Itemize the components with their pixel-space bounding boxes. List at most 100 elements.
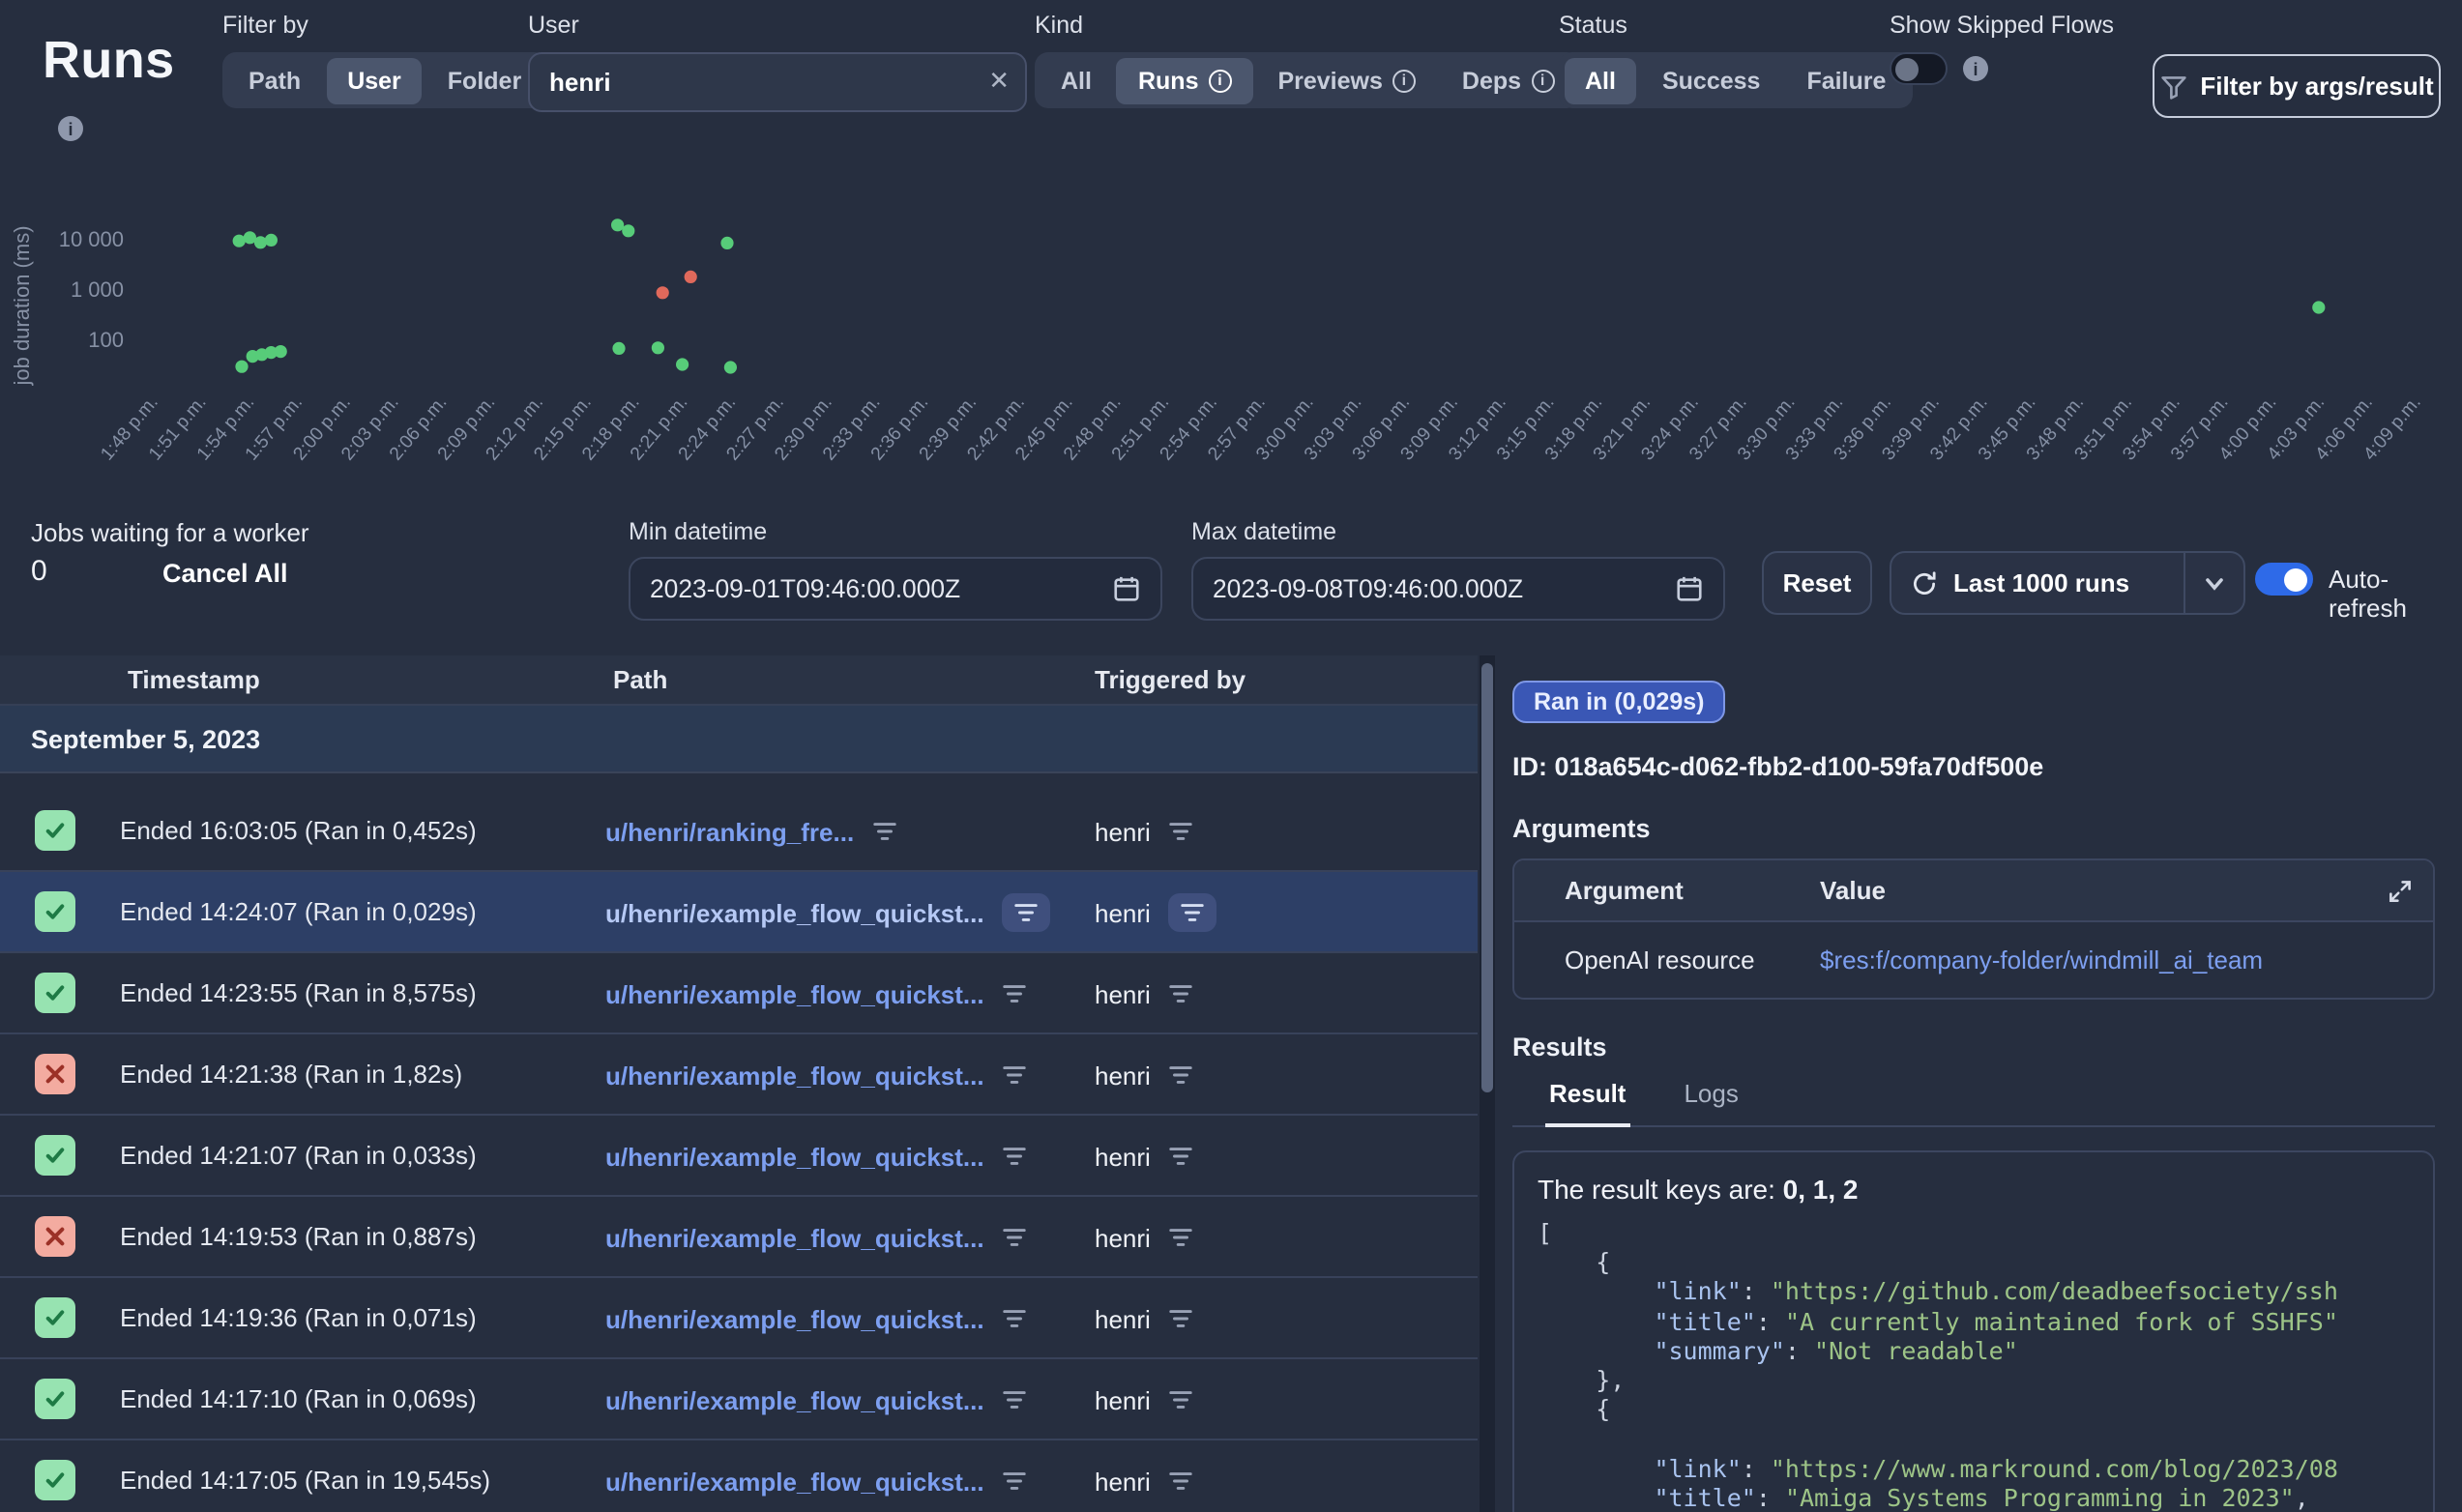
run-path-link[interactable]: u/henri/example_flow_quickst... xyxy=(605,979,984,1008)
filter-by-user-icon[interactable] xyxy=(1168,1226,1193,1249)
run-path-link[interactable]: u/henri/example_flow_quickst... xyxy=(605,1142,984,1171)
run-dot-success[interactable] xyxy=(254,236,267,248)
max-datetime-input[interactable]: 2023-09-08T09:46:00.000Z xyxy=(1191,557,1725,621)
kind-option-all[interactable]: All xyxy=(1040,57,1113,103)
filter-by-user-icon[interactable] xyxy=(1168,893,1216,932)
user-filter-input[interactable] xyxy=(528,52,1027,112)
show-skipped-toggle[interactable] xyxy=(1890,52,1948,85)
run-path-link[interactable]: u/henri/ranking_fre... xyxy=(605,817,854,846)
filter-by-user-icon[interactable] xyxy=(1168,1145,1193,1168)
table-row[interactable]: Ended 14:21:38 (Ran in 1,82s) u/henri/exa… xyxy=(0,1034,1478,1116)
filter-by-option-folder[interactable]: Folder xyxy=(426,57,542,103)
status-option-all[interactable]: All xyxy=(1564,57,1637,103)
column-header-path: Path xyxy=(613,665,667,694)
kind-option-runs[interactable]: Runsi xyxy=(1117,57,1253,103)
kind-option-deps[interactable]: Depsi xyxy=(1441,57,1575,103)
info-icon[interactable]: i xyxy=(1208,69,1231,92)
filter-by-path-icon[interactable] xyxy=(1002,1388,1027,1411)
result-box: The result keys are: 0, 1, 2 [ { "link":… xyxy=(1512,1150,2435,1512)
filter-by-user-icon[interactable] xyxy=(1168,1063,1193,1087)
table-scrollbar-thumb[interactable] xyxy=(1481,663,1493,1092)
filter-by-user-icon[interactable] xyxy=(1168,1307,1193,1330)
tab-result[interactable]: Result xyxy=(1545,1077,1629,1127)
run-dot-success[interactable] xyxy=(724,361,737,373)
filter-by-path-icon[interactable] xyxy=(1002,1063,1027,1087)
run-dot-success[interactable] xyxy=(622,224,634,237)
table-row[interactable]: Ended 14:23:55 (Ran in 8,575s)u/henri/ex… xyxy=(0,953,1478,1034)
table-row[interactable]: Ended 14:19:53 (Ran in 0,887s)u/henri/ex… xyxy=(0,1197,1478,1278)
filter-by-user-icon[interactable] xyxy=(1168,1388,1193,1411)
table-row[interactable]: Ended 14:24:07 (Ran in 0,029s)u/henri/ex… xyxy=(0,872,1478,953)
filter-by-args-button[interactable]: Filter by args/result xyxy=(2153,54,2441,118)
run-dot-success[interactable] xyxy=(652,341,664,354)
table-row[interactable]: Ended 14:17:05 (Ran in 19,545s)u/henri/e… xyxy=(0,1440,1478,1512)
funnel-icon xyxy=(2159,73,2186,100)
expand-icon[interactable] xyxy=(2387,877,2414,904)
run-dot-failure[interactable] xyxy=(685,271,697,283)
clear-icon[interactable]: ✕ xyxy=(988,66,1010,97)
runs-info-icon[interactable]: i xyxy=(58,116,83,141)
run-path-link[interactable]: u/henri/example_flow_quickst... xyxy=(605,1385,984,1414)
status-option-success[interactable]: Success xyxy=(1641,57,1781,103)
run-timestamp: Ended 14:21:38 (Ran in 1,82s) xyxy=(120,1060,462,1089)
filter-by-path-icon[interactable] xyxy=(871,820,896,843)
table-row[interactable]: Ended 14:19:36 (Ran in 0,071s)u/henri/ex… xyxy=(0,1278,1478,1359)
run-dot-success[interactable] xyxy=(612,342,625,355)
filter-by-path-icon[interactable] xyxy=(1002,982,1027,1005)
filter-by-path-icon[interactable] xyxy=(1002,893,1050,932)
run-dot-success[interactable] xyxy=(676,358,689,370)
run-dot-success[interactable] xyxy=(2312,301,2325,313)
filter-by-option-user[interactable]: User xyxy=(326,57,423,103)
last-runs-select[interactable]: Last 1000 runs xyxy=(1890,551,2245,615)
tab-logs[interactable]: Logs xyxy=(1680,1077,1742,1125)
user-filter-group: User ✕ xyxy=(528,12,1027,112)
run-path-link[interactable]: u/henri/example_flow_quickst... xyxy=(605,1467,984,1496)
run-path-link[interactable]: u/henri/example_flow_quickst... xyxy=(605,1061,984,1090)
calendar-icon[interactable] xyxy=(1675,574,1704,603)
table-row[interactable]: Ended 14:17:10 (Ran in 0,069s) u/henri/ex… xyxy=(0,1359,1478,1440)
duration-scatter-chart[interactable]: job duration (ms)10 0001 0001001:48 p.m.… xyxy=(0,178,2462,518)
run-path-link[interactable]: u/henri/example_flow_quickst... xyxy=(605,1223,984,1252)
run-path-link[interactable]: u/henri/example_flow_quickst... xyxy=(605,898,984,927)
run-dot-failure[interactable] xyxy=(657,286,669,299)
table-scrollbar[interactable] xyxy=(1480,655,1495,1512)
chevron-down-icon[interactable] xyxy=(2185,571,2243,595)
filter-by-user-icon[interactable] xyxy=(1168,1469,1193,1493)
kind-option-previews[interactable]: Previewsi xyxy=(1256,57,1436,103)
run-path-link[interactable]: u/henri/example_flow_quickst... xyxy=(605,1304,984,1333)
filter-by-user-icon[interactable] xyxy=(1168,982,1193,1005)
cancel-all-button[interactable]: Cancel All xyxy=(162,559,288,588)
argument-value-link[interactable]: $res:f/company-folder/windmill_ai_team xyxy=(1820,945,2433,974)
reset-button[interactable]: Reset xyxy=(1762,551,1872,615)
status-filter-group: Status AllSuccessFailure xyxy=(1559,12,1912,108)
table-row[interactable]: Ended 16:03:05 (Ran in 0,452s)u/henri/ra… xyxy=(0,791,1478,872)
info-icon[interactable]: i xyxy=(1531,69,1554,92)
filter-by-user-icon[interactable] xyxy=(1168,820,1193,843)
status-segment: AllSuccessFailure xyxy=(1559,52,1912,108)
run-dot-success[interactable] xyxy=(265,234,278,247)
run-timestamp: Ended 14:17:10 (Ran in 0,069s) xyxy=(120,1384,477,1413)
column-header-timestamp: Timestamp xyxy=(128,665,260,694)
info-icon[interactable]: i xyxy=(1392,69,1416,92)
calendar-icon[interactable] xyxy=(1112,574,1141,603)
min-datetime-input[interactable]: 2023-09-01T09:46:00.000Z xyxy=(629,557,1162,621)
results-title: Results xyxy=(1512,1032,2435,1061)
success-check-icon xyxy=(35,1379,75,1419)
success-check-icon xyxy=(35,1460,75,1500)
success-check-icon xyxy=(35,1135,75,1176)
run-dot-success[interactable] xyxy=(235,361,248,373)
auto-refresh-toggle[interactable] xyxy=(2255,563,2313,596)
filter-by-path-icon[interactable] xyxy=(1002,1226,1027,1249)
run-dot-success[interactable] xyxy=(233,235,246,247)
filter-by-path-icon[interactable] xyxy=(1002,1145,1027,1168)
table-row[interactable]: Ended 14:21:07 (Ran in 0,033s)u/henri/ex… xyxy=(0,1116,1478,1197)
column-header-triggered-by: Triggered by xyxy=(1095,665,1246,694)
run-dot-success[interactable] xyxy=(275,345,287,358)
kind-option-label: Deps xyxy=(1462,67,1521,94)
filter-by-path-icon[interactable] xyxy=(1002,1469,1027,1493)
show-skipped-info-icon[interactable]: i xyxy=(1963,56,1988,81)
run-dot-success[interactable] xyxy=(611,218,624,231)
run-dot-success[interactable] xyxy=(720,237,733,249)
filter-by-path-icon[interactable] xyxy=(1002,1307,1027,1330)
filter-by-option-path[interactable]: Path xyxy=(227,57,322,103)
